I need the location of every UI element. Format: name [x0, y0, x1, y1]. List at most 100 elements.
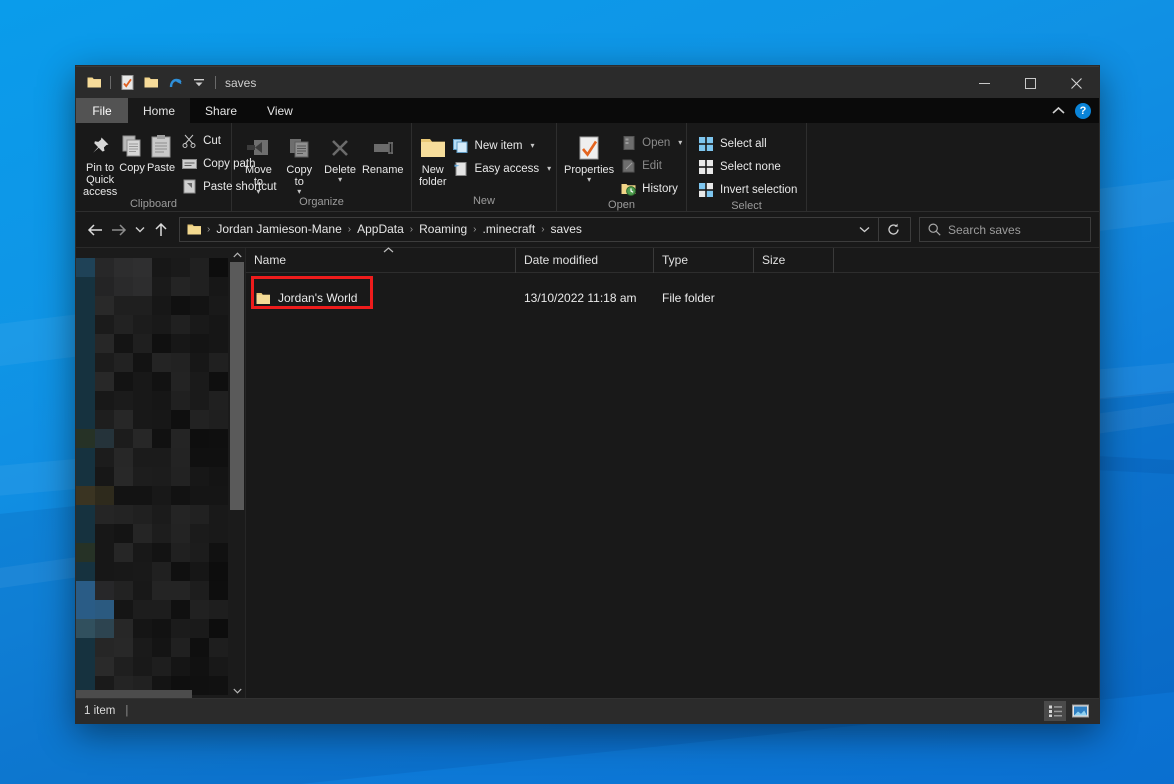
- move-to-caret-icon[interactable]: ▾: [256, 188, 260, 196]
- move-to-button[interactable]: Move to ▾: [238, 129, 279, 196]
- qat-folder-icon[interactable]: [84, 72, 104, 94]
- tab-file[interactable]: File: [76, 98, 128, 123]
- new-folder-label-line1: New: [422, 164, 444, 176]
- new-item-caret-icon[interactable]: ▾: [530, 141, 534, 150]
- ribbon-group-open: Properties ▾ Open ▾ E: [557, 123, 687, 211]
- qat-customize-caret-icon[interactable]: [189, 72, 209, 94]
- chevron-up-icon[interactable]: [1052, 106, 1065, 115]
- edit-button[interactable]: Edit: [615, 155, 687, 176]
- invert-selection-button[interactable]: Invert selection: [693, 179, 802, 200]
- sort-ascending-icon: [383, 247, 394, 253]
- properties-caret-icon[interactable]: ▾: [587, 176, 591, 184]
- navigation-pane-scrollbar[interactable]: [229, 248, 245, 698]
- group-label-organize: Organize: [232, 196, 411, 211]
- pin-to-quick-access-button[interactable]: Pin to Quick access: [82, 127, 118, 198]
- large-icons-view-icon[interactable]: [1069, 701, 1091, 721]
- tab-share[interactable]: Share: [190, 98, 252, 123]
- breadcrumb-item-minecraft[interactable]: .minecraft: [478, 218, 541, 241]
- qat-undo-icon[interactable]: [165, 72, 185, 94]
- easy-access-icon: [453, 161, 469, 177]
- back-button[interactable]: [84, 218, 106, 242]
- search-placeholder: Search saves: [948, 223, 1021, 237]
- file-list-pane: Name Date modified Type Size: [246, 248, 1099, 698]
- breadcrumb-item-appdata[interactable]: AppData: [352, 218, 409, 241]
- easy-access-label: Easy access: [475, 163, 540, 175]
- copy-to-button[interactable]: Copy to ▾: [279, 129, 320, 196]
- column-header-date-modified[interactable]: Date modified: [516, 248, 654, 273]
- edit-label: Edit: [642, 160, 662, 172]
- folder-icon: [256, 292, 271, 305]
- forward-button[interactable]: [108, 218, 130, 242]
- help-icon[interactable]: ?: [1075, 103, 1091, 119]
- easy-access-button[interactable]: Easy access ▾: [448, 158, 557, 179]
- new-item-icon: [453, 138, 469, 154]
- rename-label: Rename: [362, 164, 404, 176]
- scroll-down-icon[interactable]: [233, 684, 242, 698]
- history-button[interactable]: History: [615, 178, 687, 199]
- window-title: saves: [225, 76, 256, 90]
- breadcrumb-item-saves[interactable]: saves: [546, 218, 587, 241]
- open-caret-icon[interactable]: ▾: [678, 138, 682, 147]
- navigation-pane-hscrollbar[interactable]: [76, 690, 229, 698]
- easy-access-caret-icon[interactable]: ▾: [547, 164, 551, 173]
- maximize-button[interactable]: [1007, 67, 1053, 99]
- cut-label: Cut: [203, 135, 221, 147]
- scrollbar-thumb[interactable]: [230, 262, 244, 510]
- breadcrumb-item-user[interactable]: Jordan Jamieson-Mane: [211, 218, 346, 241]
- column-headers: Name Date modified Type Size: [246, 248, 1099, 273]
- minimize-button[interactable]: [961, 67, 1007, 99]
- open-icon: [620, 135, 636, 151]
- qat-properties-icon[interactable]: [117, 72, 137, 94]
- delete-button[interactable]: Delete ▾: [320, 129, 361, 184]
- new-folder-button[interactable]: New folder: [418, 129, 448, 188]
- scrollbar-track[interactable]: [229, 262, 245, 684]
- move-to-label-line1: Move: [245, 164, 272, 176]
- delete-icon: [328, 132, 352, 164]
- paste-button[interactable]: Paste: [146, 127, 176, 174]
- rename-icon: [370, 132, 396, 164]
- select-none-button[interactable]: Select none: [693, 156, 802, 177]
- invert-selection-label: Invert selection: [720, 184, 797, 196]
- file-explorer-window: saves File Home Share View ?: [75, 65, 1100, 724]
- delete-caret-icon[interactable]: ▾: [338, 176, 342, 184]
- tab-home[interactable]: Home: [128, 98, 190, 123]
- column-header-type[interactable]: Type: [654, 248, 754, 273]
- up-button[interactable]: [150, 218, 172, 242]
- close-button[interactable]: [1053, 67, 1099, 99]
- ribbon-group-new: New folder New item ▾: [412, 123, 557, 211]
- rename-button[interactable]: Rename: [360, 129, 405, 176]
- copy-icon: [120, 130, 144, 162]
- breadcrumb-item-roaming[interactable]: Roaming: [414, 218, 472, 241]
- navigation-pane[interactable]: [76, 248, 246, 698]
- breadcrumb[interactable]: › Jordan Jamieson-Mane › AppData › Roami…: [179, 217, 911, 242]
- column-header-name[interactable]: Name: [246, 248, 516, 273]
- open-small-buttons: Open ▾ Edit History: [615, 129, 687, 199]
- properties-icon: [578, 132, 600, 164]
- hscrollbar-thumb[interactable]: [76, 690, 192, 698]
- group-label-new: New: [412, 195, 556, 211]
- file-name-cell[interactable]: Jordan's World: [246, 291, 516, 305]
- address-dropdown-icon[interactable]: [851, 226, 878, 233]
- table-row[interactable]: Jordan's World 13/10/2022 11:18 am File …: [246, 287, 1099, 309]
- search-input[interactable]: Search saves: [919, 217, 1091, 242]
- scroll-up-icon[interactable]: [233, 248, 242, 262]
- column-header-size[interactable]: Size: [754, 248, 834, 273]
- breadcrumb-folder-icon[interactable]: [182, 223, 206, 236]
- refresh-icon[interactable]: [878, 218, 908, 241]
- tab-view[interactable]: View: [252, 98, 308, 123]
- title-bar[interactable]: saves: [76, 66, 1099, 98]
- details-view-icon[interactable]: [1044, 701, 1066, 721]
- history-icon: [620, 181, 636, 197]
- select-all-button[interactable]: Select all: [693, 133, 802, 154]
- select-none-icon: [698, 159, 714, 175]
- file-list[interactable]: Jordan's World 13/10/2022 11:18 am File …: [246, 273, 1099, 698]
- recent-locations-button[interactable]: [132, 218, 148, 242]
- copy-to-caret-icon[interactable]: ▾: [297, 188, 301, 196]
- open-label: Open: [642, 137, 670, 149]
- open-button[interactable]: Open ▾: [615, 132, 687, 153]
- copy-button[interactable]: Copy: [118, 127, 146, 174]
- properties-button[interactable]: Properties ▾: [563, 129, 615, 184]
- qat-new-folder-icon[interactable]: [141, 72, 161, 94]
- new-item-button[interactable]: New item ▾: [448, 135, 557, 156]
- new-small-buttons: New item ▾ Easy access ▾: [448, 129, 557, 179]
